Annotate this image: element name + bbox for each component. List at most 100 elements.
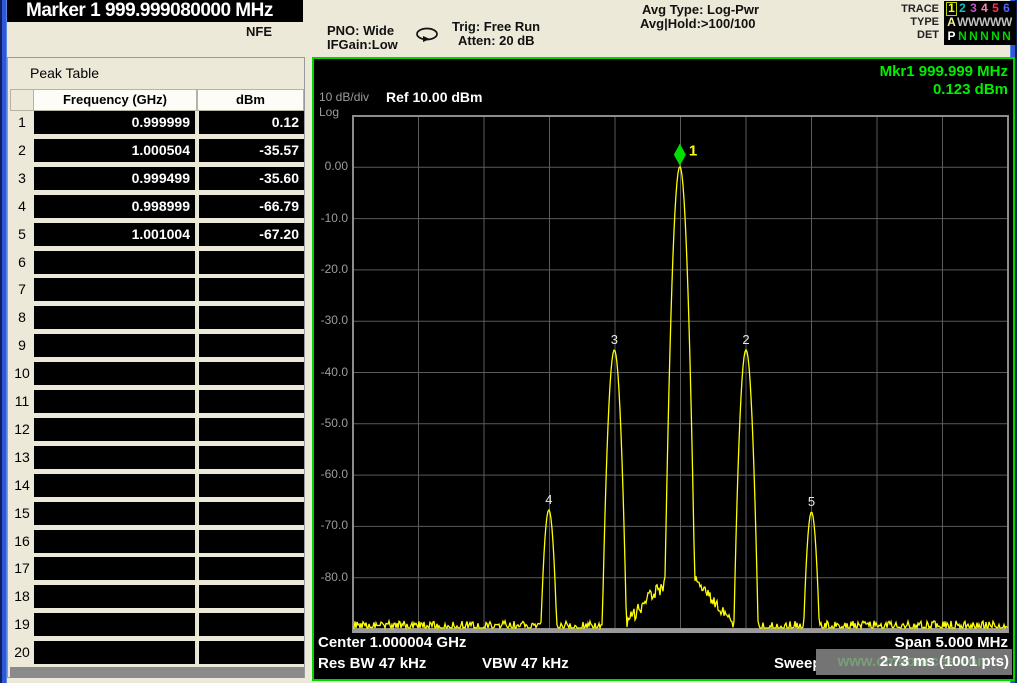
table-row: 12 [10, 418, 304, 441]
row-dbm: -35.60 [199, 167, 304, 190]
table-row: 40.998999-66.79 [10, 195, 304, 218]
marker-readout-bar[interactable]: Marker 1 999.999080000 MHz [7, 0, 303, 22]
row-number: 18 [10, 585, 34, 608]
row-frequency: 0.998999 [34, 195, 197, 218]
row-number: 16 [10, 530, 34, 553]
sweep-time-highlight[interactable]: www.cmsources.com 2.73 ms (1001 pts) [816, 649, 1012, 675]
row-number: 12 [10, 418, 34, 441]
table-row: 11 [10, 390, 304, 413]
row-dbm [199, 251, 304, 274]
row-frequency [34, 278, 197, 301]
row-dbm: -66.79 [199, 195, 304, 218]
instrument-screen: Marker 1 999.999080000 MHz NFE PNO: Wide… [0, 0, 1017, 683]
det-legend-label: DET [917, 29, 939, 41]
row-frequency [34, 530, 197, 553]
table-row: 13 [10, 446, 304, 469]
peak-number-label: 2 [742, 332, 749, 347]
row-frequency [34, 418, 197, 441]
row-dbm: -35.57 [199, 139, 304, 162]
row-number: 13 [10, 446, 34, 469]
row-frequency [34, 251, 197, 274]
row-number: 6 [10, 251, 34, 274]
rbw-annotation[interactable]: Res BW 47 kHz [318, 655, 426, 672]
row-dbm [199, 418, 304, 441]
row-number: 11 [10, 390, 34, 413]
marker1-number-label: 1 [689, 143, 697, 160]
row-frequency [34, 306, 197, 329]
row-number: 8 [10, 306, 34, 329]
trace-number-row: 123456 [946, 2, 1016, 16]
table-row: 51.001004-67.20 [10, 223, 304, 246]
center-frequency-annotation[interactable]: Center 1.000004 GHz [318, 634, 466, 651]
row-number: 9 [10, 334, 34, 357]
frequency-column-header: Frequency (GHz) [33, 89, 197, 111]
table-scroll-strip[interactable] [10, 667, 304, 678]
row-dbm [199, 474, 304, 497]
row-number: 1 [10, 111, 34, 134]
row-frequency: 1.001004 [34, 223, 197, 246]
row-dbm [199, 278, 304, 301]
spectrum-plot: 12345 [314, 59, 1013, 679]
trace-legend-label: TRACE [901, 3, 939, 15]
row-frequency [34, 446, 197, 469]
row-number: 10 [10, 362, 34, 385]
peak-number-label: 5 [808, 494, 815, 509]
table-row: 10 [10, 362, 304, 385]
nfe-annotation[interactable]: NFE [246, 25, 272, 39]
table-row: 20 [10, 641, 304, 664]
row-number: 3 [10, 167, 34, 190]
dbm-column-header: dBm [197, 89, 304, 111]
table-row: 19 [10, 613, 304, 636]
trace-legend-box[interactable]: 123456 AWWWWW PNNNNN [944, 1, 1016, 45]
row-dbm: -67.20 [199, 223, 304, 246]
continuous-sweep-icon[interactable] [414, 26, 440, 47]
table-row: 9 [10, 334, 304, 357]
row-frequency: 0.999499 [34, 167, 197, 190]
row-dbm [199, 334, 304, 357]
row-number: 15 [10, 502, 34, 525]
row-frequency [34, 390, 197, 413]
avg-hold-annotation[interactable]: Avg|Hold:>100/100 [640, 17, 756, 31]
row-frequency [34, 557, 197, 580]
row-number: 2 [10, 139, 34, 162]
row-frequency [34, 474, 197, 497]
vbw-annotation[interactable]: VBW 47 kHz [482, 655, 569, 672]
row-frequency [34, 502, 197, 525]
trace-type-row: AWWWWW [946, 16, 1016, 30]
sweep-label[interactable]: Sweep [774, 655, 822, 672]
marker1-diamond-icon[interactable] [674, 144, 686, 166]
row-number: 20 [10, 641, 34, 664]
spectrum-display[interactable]: Mkr1 999.999 MHz 0.123 dBm 10 dB/div Log… [312, 57, 1015, 681]
row-frequency [34, 613, 197, 636]
row-frequency [34, 641, 197, 664]
type-legend-label: TYPE [910, 16, 939, 28]
table-row: 30.999499-35.60 [10, 167, 304, 190]
atten-annotation[interactable]: Atten: 20 dB [458, 34, 535, 48]
ifgain-annotation[interactable]: IFGain:Low [327, 38, 398, 52]
table-row: 16 [10, 530, 304, 553]
row-number: 5 [10, 223, 34, 246]
table-row: 21.000504-35.57 [10, 139, 304, 162]
row-dbm [199, 362, 304, 385]
row-dbm: 0.12 [199, 111, 304, 134]
row-dbm [199, 613, 304, 636]
table-row: 17 [10, 557, 304, 580]
pno-annotation[interactable]: PNO: Wide [327, 24, 394, 38]
row-frequency: 1.000504 [34, 139, 197, 162]
row-dbm [199, 585, 304, 608]
window-frame-left [0, 0, 7, 683]
peak-number-label: 4 [545, 492, 552, 507]
trigger-annotation[interactable]: Trig: Free Run [452, 20, 540, 34]
row-dbm [199, 641, 304, 664]
row-dbm [199, 390, 304, 413]
row-number: 17 [10, 557, 34, 580]
row-frequency: 0.999999 [34, 111, 197, 134]
row-number: 19 [10, 613, 34, 636]
table-row: 18 [10, 585, 304, 608]
avg-type-annotation[interactable]: Avg Type: Log-Pwr [642, 3, 759, 17]
row-number: 4 [10, 195, 34, 218]
table-row: 6 [10, 251, 304, 274]
row-number-column-header [10, 89, 33, 111]
row-dbm [199, 557, 304, 580]
row-frequency [34, 585, 197, 608]
